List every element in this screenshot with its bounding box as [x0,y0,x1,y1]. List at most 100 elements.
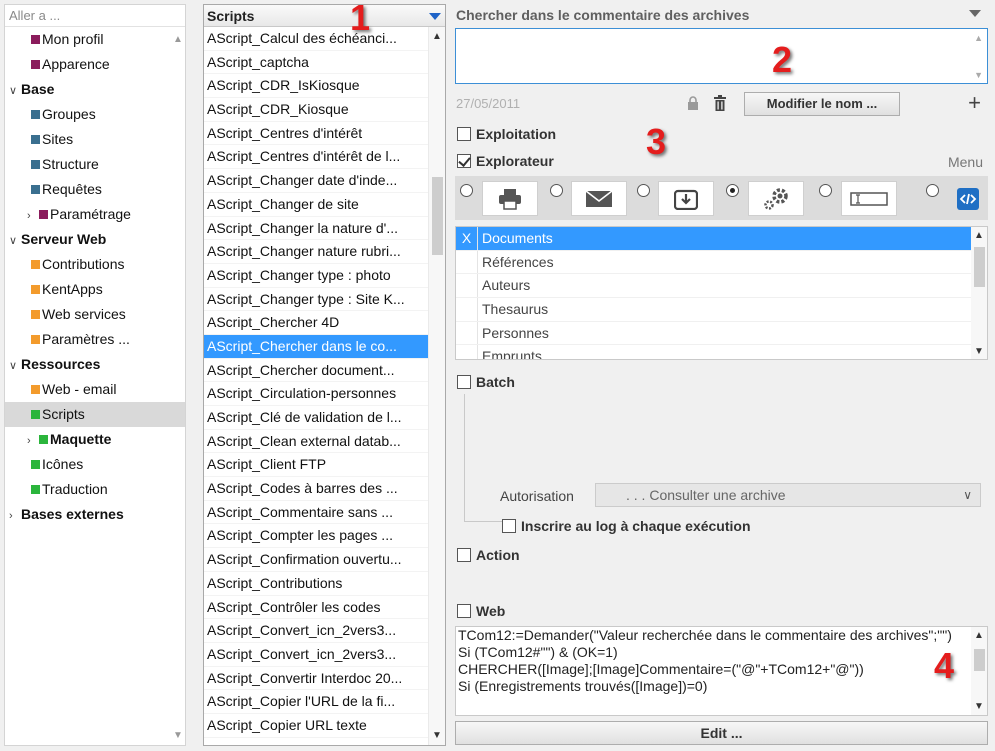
script-row[interactable]: AScript_Clé de validation de l... [204,406,428,430]
icon-radio-printer[interactable] [460,184,473,197]
nav-item-19[interactable]: › Bases externes [5,502,185,527]
script-row[interactable]: AScript_Confirmation ouvertu... [204,548,428,572]
scroll-thumb[interactable] [974,649,985,671]
script-row[interactable]: AScript_Client FTP [204,453,428,478]
script-row[interactable]: AScript_Copier l'URL de la fi... [204,690,428,714]
script-row[interactable]: AScript_Changer date d'inde... [204,169,428,193]
nav-item-4[interactable]: Sites [5,127,185,152]
scroll-down-icon[interactable]: ▼ [974,70,983,80]
code-scrollbar[interactable]: ▲ ▼ [971,627,987,715]
scroll-down-icon[interactable]: ▼ [974,701,984,712]
nav-item-2[interactable]: ∨ Base [5,77,185,102]
add-icon[interactable]: + [968,92,981,114]
authorization-select[interactable]: . . . Consulter une archive ∨ [595,483,981,507]
script-row[interactable]: AScript_CDR_IsKiosque [204,74,428,99]
nav-item-17[interactable]: Icônes [5,452,185,477]
checkbox-box[interactable] [457,548,471,562]
script-row[interactable]: AScript_Convertir Interdoc 20... [204,667,428,691]
chevron-down-icon[interactable]: ∨ [9,79,21,104]
scroll-up-icon[interactable]: ▲ [974,230,984,241]
target-list-row[interactable]: Références [456,250,987,275]
script-row[interactable]: AScript_captcha [204,51,428,75]
script-row[interactable]: AScript_Changer nature rubri... [204,240,428,264]
nav-item-11[interactable]: Web services [5,302,185,327]
trash-icon[interactable] [713,95,727,111]
nav-item-18[interactable]: Traduction [5,477,185,502]
row-mark[interactable] [456,321,478,345]
scripts-column-header[interactable]: Scripts [204,5,445,27]
edit-button[interactable]: Edit ... [455,721,988,745]
script-row[interactable]: AScript_Centres d'intérêt [204,122,428,146]
sort-triangle-icon[interactable] [429,13,441,20]
script-row[interactable]: AScript_Contrôler les codes [204,596,428,620]
nav-item-13[interactable]: ∨ Ressources [5,352,185,377]
icon-radio-textfield[interactable] [819,184,832,197]
checkbox-box[interactable] [457,127,471,141]
nav-item-1[interactable]: Apparence [5,52,185,77]
nav-item-16[interactable]: › Maquette [5,427,185,452]
script-row[interactable]: AScript_Codes à barres des ... [204,477,428,501]
nav-item-7[interactable]: › Paramétrage [5,202,185,227]
scroll-thumb[interactable] [432,177,443,255]
row-mark[interactable] [456,250,478,274]
nav-item-14[interactable]: Web - email [5,377,185,402]
script-row[interactable]: AScript_Commentaire sans ... [204,501,428,525]
scroll-up-icon[interactable]: ▲ [974,33,983,43]
scripts-scrollbar[interactable]: ▲ ▼ [428,27,445,745]
scroll-up-icon[interactable]: ▲ [974,630,984,641]
script-row[interactable]: AScript_Changer type : Site K... [204,288,428,312]
script-row[interactable]: AScript_Centres d'intérêt de l... [204,145,428,170]
target-list-row[interactable]: Thesaurus [456,298,987,322]
row-mark[interactable] [456,345,478,359]
chevron-down-icon[interactable]: ∨ [9,229,21,254]
chevron-right-icon[interactable]: › [9,504,21,529]
scroll-down-icon[interactable]: ▼ [173,730,183,741]
icon-radio-mail[interactable] [550,184,563,197]
web-checkbox[interactable]: Web [457,603,505,619]
checkbox-box[interactable] [457,154,471,168]
chevron-down-icon[interactable]: ∨ [9,354,21,379]
nav-item-5[interactable]: Structure [5,152,185,177]
nav-item-9[interactable]: Contributions [5,252,185,277]
script-row[interactable]: AScript_Changer la nature d'... [204,217,428,241]
rename-button[interactable]: Modifier le nom ... [744,92,900,116]
script-row[interactable]: AScript_Compter les pages ... [204,524,428,549]
scroll-down-icon[interactable]: ▼ [974,346,984,357]
script-row[interactable]: AScript_Calcul des échéanci... [204,27,428,51]
nav-scrollbar[interactable]: ▲ ▼ [169,28,185,745]
batch-checkbox[interactable]: Batch [457,374,515,390]
log-checkbox[interactable]: Inscrire au log à chaque exécution [502,518,751,534]
script-row[interactable]: AScript_CDR_Kiosque [204,98,428,122]
exploitation-checkbox[interactable]: Exploitation [457,126,556,142]
row-mark[interactable] [456,274,478,298]
script-row[interactable]: AScript_Convert_icn_2vers3... [204,619,428,643]
lock-icon[interactable] [686,96,700,110]
collapse-caret-icon[interactable] [969,10,981,17]
script-row[interactable]: AScript_Changer type : photo [204,264,428,288]
icon-radio-inbox[interactable] [637,184,650,197]
chevron-down-icon[interactable]: ∨ [963,484,972,506]
script-row[interactable]: AScript_Chercher 4D [204,311,428,335]
nav-item-12[interactable]: Paramètres ... [5,327,185,352]
mail-option[interactable] [571,181,627,216]
code-option[interactable] [951,181,985,216]
nav-item-8[interactable]: ∨ Serveur Web [5,227,185,252]
script-row[interactable]: AScript_Copier URL texte [204,714,428,738]
script-row[interactable]: AScript_Chercher dans le co... [204,334,428,359]
script-row[interactable]: AScript_Circulation-personnes [204,382,428,406]
inbox-option[interactable] [658,181,714,216]
checkbox-box[interactable] [457,604,471,618]
nav-item-3[interactable]: Groupes [5,102,185,127]
nav-item-10[interactable]: KentApps [5,277,185,302]
script-row[interactable]: AScript_Changer de site [204,193,428,217]
script-code-editor[interactable]: TCom12:=Demander("Valeur recherchée dans… [455,626,988,716]
script-row[interactable]: AScript_Clean external datab... [204,430,428,454]
action-checkbox[interactable]: Action [457,547,520,563]
explorateur-checkbox[interactable]: Explorateur [457,153,554,169]
script-row[interactable]: AScript_Convert_icn_2vers3... [204,643,428,667]
checkbox-box[interactable] [502,519,516,533]
row-mark[interactable]: X [456,227,478,250]
checkbox-box[interactable] [457,375,471,389]
nav-item-0[interactable]: Mon profil [5,27,185,52]
gears-option[interactable] [748,181,804,216]
